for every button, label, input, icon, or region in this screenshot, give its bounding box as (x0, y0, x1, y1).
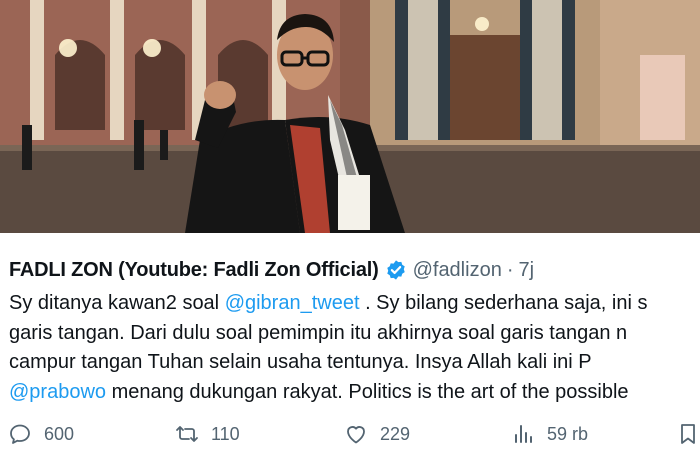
bookmark-icon (681, 424, 695, 444)
tweet-line: garis tangan. Dari dulu soal pemimpin it… (9, 321, 628, 344)
action-bar: 600 110 229 59 rb (0, 417, 700, 451)
tweet-header: FADLI ZON (Youtube: Fadli Zon Official) … (9, 257, 534, 283)
like-button[interactable]: 229 (344, 417, 410, 451)
timestamp[interactable]: 7j (519, 259, 535, 282)
reply-button[interactable]: 600 (8, 417, 74, 451)
mention-link[interactable]: @prabowo (9, 381, 106, 403)
reply-count: 600 (44, 423, 75, 444)
tweet-text: Sy ditanya kawan2 soal @gibran_tweet . S… (9, 289, 700, 407)
reply-icon (10, 424, 30, 444)
photo-scene (0, 0, 700, 233)
views-count: 59 rb (547, 423, 589, 444)
retweet-count: 110 (211, 423, 240, 444)
tweet-text-segment: menang dukungan rakyat. Politics is the … (106, 380, 629, 403)
tweet-line: @prabowo menang dukungan rakyat. Politic… (9, 378, 700, 408)
tweet-photo[interactable] (0, 0, 700, 233)
tweet-text-segment: . Sy bilang sederhana saja, ini s (359, 292, 648, 314)
bookmark-button[interactable] (676, 417, 700, 451)
tweet-card: FADLI ZON (Youtube: Fadli Zon Official) … (0, 233, 700, 465)
retweet-icon (176, 426, 198, 442)
retweet-button[interactable]: 110 (175, 417, 240, 451)
tweet-line: Sy ditanya kawan2 soal @gibran_tweet . S… (9, 289, 700, 319)
verified-badge-icon[interactable] (385, 259, 407, 281)
views-bar-chart-icon (515, 425, 532, 443)
tweet-text-segment: Sy ditanya kawan2 soal (9, 292, 225, 314)
like-count: 229 (380, 423, 411, 444)
separator-dot: · (506, 258, 514, 281)
tweet-line: campur tangan Tuhan selain usaha tentuny… (9, 351, 592, 373)
display-name[interactable]: FADLI ZON (Youtube: Fadli Zon Official) (9, 259, 379, 282)
heart-icon (347, 426, 365, 444)
views-button[interactable]: 59 rb (511, 417, 588, 451)
handle[interactable]: @fadlizon (413, 259, 502, 282)
mention-link[interactable]: @gibran_tweet (225, 292, 360, 314)
